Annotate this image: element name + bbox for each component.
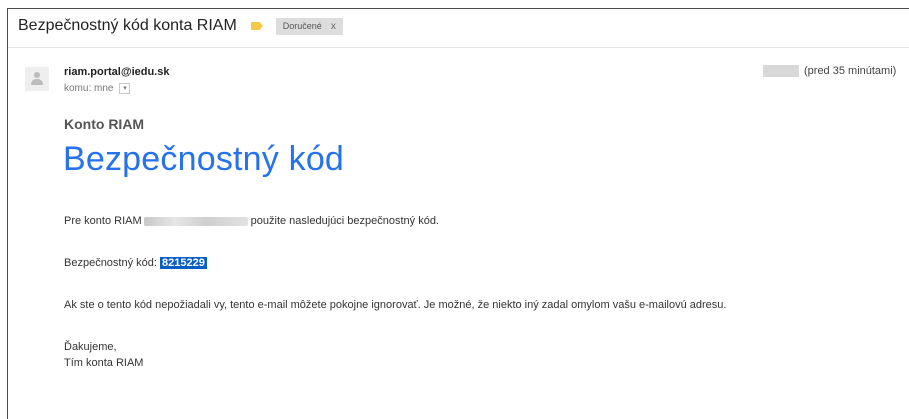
redacted-email	[143, 216, 248, 226]
account-line: Pre konto RIAM použite nasledujúci bezpeč…	[64, 215, 439, 227]
signoff-team: Tím konta RIAM	[64, 357, 144, 369]
security-code[interactable]: 8215229	[160, 257, 207, 269]
inbox-label-text: Doručené	[282, 21, 322, 31]
label-tag-icon[interactable]	[250, 22, 263, 30]
signoff-thanks: Ďakujeme,	[64, 341, 117, 353]
inbox-label-chip[interactable]: Doručené x	[275, 17, 343, 35]
remove-label-icon[interactable]: x	[331, 21, 336, 32]
email-subject: Bezpečnostný kód konta RIAM	[18, 17, 237, 34]
brand-heading: Konto RIAM	[64, 116, 145, 132]
recipient-text: komu: mne	[64, 83, 114, 94]
page-title: Bezpečnostný kód	[63, 140, 345, 178]
subject-bar: Bezpečnostný kód konta RIAM Doručené x	[18, 16, 343, 36]
account-line-end: použite nasledujúci bezpečnostný kód.	[250, 215, 439, 227]
recipient-line: komu: mne ▾	[64, 83, 131, 94]
chevron-down-icon[interactable]: ▾	[119, 83, 131, 94]
redacted-date	[763, 65, 799, 77]
ignore-notice: Ak ste o tento kód nepožiadali vy, tento…	[64, 299, 727, 311]
person-icon[interactable]	[25, 67, 49, 91]
divider	[8, 47, 909, 48]
email-time: (pred 35 minútami)	[804, 65, 897, 77]
account-line-start: Pre konto RIAM	[64, 215, 142, 227]
sender-address[interactable]: riam.portal@iedu.sk	[64, 66, 169, 78]
code-line: Bezpečnostný kód: 8215229	[64, 257, 207, 269]
code-label: Bezpečnostný kód:	[64, 257, 157, 269]
